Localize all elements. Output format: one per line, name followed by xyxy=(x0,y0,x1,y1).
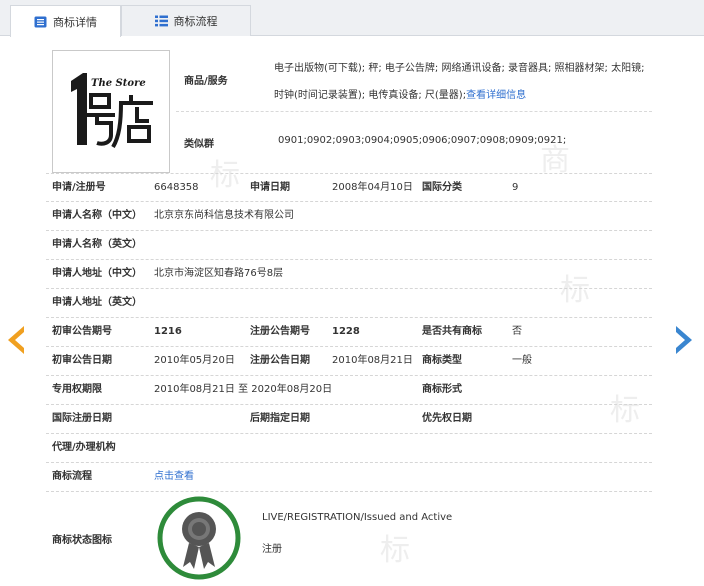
table-row: 申请人名称（中文） 北京京东尚科信息技术有限公司 xyxy=(46,202,652,231)
tab-label: 商标详情 xyxy=(53,15,97,29)
applicant-cn-value: 北京京东尚科信息技术有限公司 xyxy=(154,210,294,221)
trademark-logo-image: The Store xyxy=(71,73,153,149)
address-cn-label: 申请人地址（中文） xyxy=(52,268,142,279)
tm-type-value: 一般 xyxy=(512,355,532,366)
priority-date-label: 优先权日期 xyxy=(422,413,472,424)
divider xyxy=(176,111,652,112)
reg-no-value: 6648358 xyxy=(154,182,199,193)
similar-group-label: 类似群 xyxy=(184,139,214,150)
table-row: 初审公告日期 2010年05月20日 注册公告日期 2010年08月21日 商标… xyxy=(46,347,652,376)
process-label: 商标流程 xyxy=(52,471,92,482)
table-row: 专用权期限 2010年08月21日 至 2020年08月20日 商标形式 xyxy=(46,376,652,405)
applicant-en-label: 申请人名称（英文） xyxy=(52,239,142,250)
tm-form-label: 商标形式 xyxy=(422,384,462,395)
trademark-detail-panel: The Store 商品/服务 电子出版物(可下载); 秤; 电子公告牌; 网络… xyxy=(36,36,666,586)
app-date-value: 2008年04月10日 xyxy=(332,182,413,193)
prelim-date-label: 初审公告日期 xyxy=(52,355,112,366)
detail-table: 申请/注册号 6648358 申请日期 2008年04月10日 国际分类 9 申… xyxy=(46,173,652,492)
goods-services-value: 电子出版物(可下载); 秤; 电子公告牌; 网络通讯设备; 录音器具; 照相器材… xyxy=(274,55,654,109)
table-row: 商标流程 点击查看 xyxy=(46,463,652,492)
applicant-cn-label: 申请人名称（中文） xyxy=(52,210,142,221)
status-label: 商标状态图标 xyxy=(52,535,112,546)
award-ribbon-icon xyxy=(157,496,241,580)
table-row: 初审公告期号 1216 注册公告期号 1228 是否共有商标 否 xyxy=(46,318,652,347)
table-row: 代理/办理机构 xyxy=(46,434,652,463)
trademark-logo: The Store xyxy=(52,50,170,173)
prelim-date-value: 2010年05月20日 xyxy=(154,355,235,366)
status-row: 商标状态图标 LIVE/REGISTRATION/Issued and Acti… xyxy=(46,493,652,586)
table-row: 国际注册日期 后期指定日期 优先权日期 xyxy=(46,405,652,434)
intl-class-label: 国际分类 xyxy=(422,182,462,193)
view-process-link[interactable]: 点击查看 xyxy=(154,463,194,491)
exclusive-period-value: 2010年08月21日 至 2020年08月20日 xyxy=(154,384,333,395)
reg-notice-no-value: 1228 xyxy=(332,326,360,337)
reg-notice-no-label: 注册公告期号 xyxy=(250,326,310,337)
goods-services-text: 电子出版物(可下载); 秤; 电子公告牌; 网络通讯设备; 录音器具; 照相器材… xyxy=(274,63,645,101)
reg-notice-date-value: 2010年08月21日 xyxy=(332,355,413,366)
address-cn-value: 北京市海淀区知春路76号8层 xyxy=(154,268,284,279)
status-text-cn: 注册 xyxy=(262,544,282,555)
agent-label: 代理/办理机构 xyxy=(52,442,116,453)
list-icon xyxy=(154,15,168,27)
app-date-label: 申请日期 xyxy=(250,182,290,193)
shared-label: 是否共有商标 xyxy=(422,326,482,337)
similar-group-value: 0901;0902;0903;0904;0905;0906;0907;0908;… xyxy=(278,135,567,146)
tab-bar: 商标详情 商标流程 xyxy=(0,0,704,37)
reg-notice-date-label: 注册公告日期 xyxy=(250,355,310,366)
document-icon xyxy=(34,16,47,27)
tab-trademark-process[interactable]: 商标流程 xyxy=(121,5,251,36)
tm-type-label: 商标类型 xyxy=(422,355,462,366)
tab-trademark-details[interactable]: 商标详情 xyxy=(10,5,121,37)
status-text-en: LIVE/REGISTRATION/Issued and Active xyxy=(262,512,453,523)
table-row: 申请人名称（英文） xyxy=(46,231,652,260)
exclusive-period-label: 专用权期限 xyxy=(52,384,102,395)
intl-reg-date-label: 国际注册日期 xyxy=(52,413,112,424)
previous-arrow-icon[interactable] xyxy=(4,322,28,358)
table-row: 申请人地址（中文） 北京市海淀区知春路76号8层 xyxy=(46,260,652,289)
logo-tagline: The Store xyxy=(91,78,146,89)
address-en-label: 申请人地址（英文） xyxy=(52,297,142,308)
view-details-link[interactable]: 查看详细信息 xyxy=(466,90,526,101)
later-date-label: 后期指定日期 xyxy=(250,413,310,424)
table-row: 申请/注册号 6648358 申请日期 2008年04月10日 国际分类 9 xyxy=(46,173,652,202)
intl-class-value: 9 xyxy=(512,182,519,193)
next-arrow-icon[interactable] xyxy=(672,322,696,358)
shared-value: 否 xyxy=(512,326,522,337)
prelim-no-label: 初审公告期号 xyxy=(52,326,112,337)
prelim-no-value: 1216 xyxy=(154,326,182,337)
table-row: 申请人地址（英文） xyxy=(46,289,652,318)
tab-label: 商标流程 xyxy=(173,15,218,28)
reg-no-label: 申请/注册号 xyxy=(52,182,106,193)
goods-services-label: 商品/服务 xyxy=(184,76,228,87)
